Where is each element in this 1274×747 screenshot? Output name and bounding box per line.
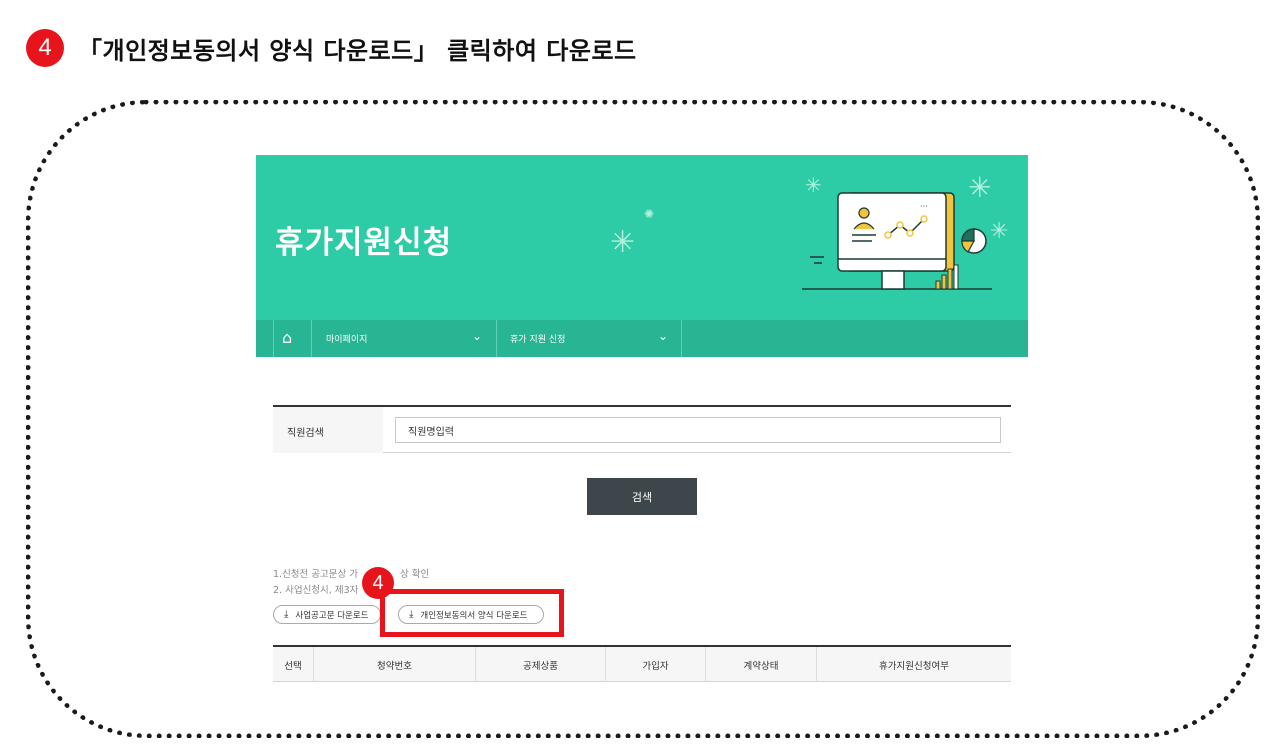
instruction-text: 「개인정보동의서 양식 다운로드」 클릭하여 다운로드 [78,36,637,65]
note-line-2: 2. 사업신청시, 제3자 [273,585,359,596]
sparkle-icon: ✳ [610,225,636,260]
search-label: 직원검색 [273,407,383,453]
nav-divider [273,320,274,357]
column-header: 공제상품 [476,647,606,682]
instruction-heading: 4 「개인정보동의서 양식 다운로드」 클릭하여 다운로드 [26,28,637,68]
embedded-screenshot: 휴가지원신청 ✳ ✺ ✳ ✳ ✳ ··· ⌂ 마이페이지 ⌄ 휴가 지원 신청 … [256,155,1028,695]
search-button[interactable]: 검색 [587,478,697,515]
contract-table-header: 선택 청약번호 공제상품 가입자 계약상태 휴가지원신청여부 [273,645,1011,682]
breadcrumb-nav: ⌂ 마이페이지 ⌄ 휴가 지원 신청 ⌄ [256,320,1028,357]
nav-item-mypage[interactable]: 마이페이지 [326,332,367,345]
column-header: 가입자 [606,647,706,682]
search-input[interactable] [395,417,1001,443]
download-icon: ⤓ [284,609,289,620]
step-number-badge: 4 [26,29,64,67]
column-header: 선택 [273,647,314,682]
nav-divider [496,320,497,357]
sparkle-icon: ✺ [644,207,655,221]
column-header: 계약상태 [706,647,817,682]
employee-search-row: 직원검색 [273,405,1011,453]
nav-divider [311,320,312,357]
chevron-down-icon[interactable]: ⌄ [658,329,668,343]
home-icon[interactable]: ⌂ [282,328,292,347]
nav-item-vacation-apply[interactable]: 휴가 지원 신청 [510,332,565,345]
notice-download-label: 사업공고문 다운로드 [295,610,369,621]
svg-text:···: ··· [920,202,928,211]
callout-step-badge: 4 [362,567,394,599]
banner-title: 휴가지원신청 [275,225,453,261]
column-header: 휴가지원신청여부 [879,660,949,672]
column-header: 청약번호 [314,647,476,682]
note-line-1: 1.신청전 공고문상 가 [273,569,359,580]
page-banner: 휴가지원신청 ✳ ✺ ✳ ✳ ✳ ··· [256,155,1028,320]
notice-download-button[interactable]: ⤓ 사업공고문 다운로드 [273,605,381,624]
chevron-down-icon[interactable]: ⌄ [472,329,482,343]
note-line-1-tail: 상 확인 [400,569,430,580]
highlight-box [380,589,564,637]
monitor-illustration-icon: ··· [802,192,992,290]
nav-divider [681,320,682,357]
